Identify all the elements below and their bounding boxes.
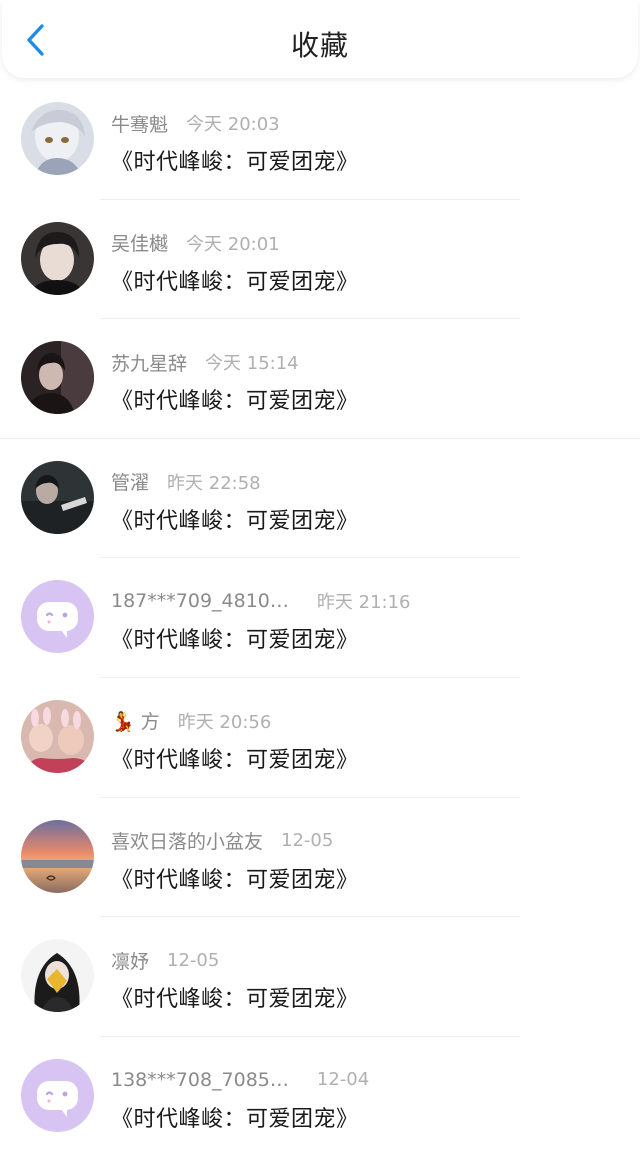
item-title[interactable]: 《时代峰峻：可爱团宠》 xyxy=(111,264,359,296)
timestamp: 昨天 20:56 xyxy=(177,711,272,733)
item-title[interactable]: 《时代峰峻：可爱团宠》 xyxy=(111,622,359,654)
avatar[interactable] xyxy=(21,1058,94,1132)
timestamp: 昨天 21:16 xyxy=(316,592,411,614)
username[interactable]: 喜欢日落的小盆友 xyxy=(111,827,263,854)
item-meta: 喜欢日落的小盆友 12-05 xyxy=(111,827,333,855)
username[interactable]: 138***708_7085… xyxy=(111,1069,289,1091)
item-meta: 凛妤 12-05 xyxy=(111,946,219,974)
item-title[interactable]: 《时代峰峻：可爱团宠》 xyxy=(111,742,359,774)
timestamp: 今天 15:14 xyxy=(205,353,299,375)
item-meta: 管濯 昨天 22:58 xyxy=(111,468,261,496)
username[interactable]: 管濯 xyxy=(111,468,149,495)
item-meta: 138***708_7085… 12-04 xyxy=(111,1066,369,1094)
item-meta: 187***709_4810… 昨天 21:16 xyxy=(111,587,411,615)
username[interactable]: 💃 方 xyxy=(111,707,160,734)
avatar[interactable] xyxy=(21,580,94,654)
list-item[interactable]: 牛骞魁 今天 20:03 《时代峰峻：可爱团宠》 xyxy=(0,80,640,200)
chat-bubble-icon xyxy=(21,1058,94,1132)
top-bar: 收藏 xyxy=(2,0,638,78)
username[interactable]: 苏九星辞 xyxy=(111,349,187,376)
list-item[interactable]: 138***708_7085… 12-04 《时代峰峻：可爱团宠》 xyxy=(0,1037,640,1157)
timestamp: 12-04 xyxy=(316,1069,370,1091)
avatar[interactable] xyxy=(21,939,94,1013)
list-item[interactable]: 喜欢日落的小盆友 12-05 《时代峰峻：可爱团宠》 xyxy=(0,798,640,918)
item-title[interactable]: 《时代峰峻：可爱团宠》 xyxy=(111,503,359,535)
list-item[interactable]: 凛妤 12-05 《时代峰峻：可爱团宠》 xyxy=(0,917,640,1037)
avatar[interactable] xyxy=(21,221,94,295)
list-item[interactable]: 187***709_4810… 昨天 21:16 《时代峰峻：可爱团宠》 xyxy=(0,558,640,678)
avatar[interactable] xyxy=(21,819,94,893)
username[interactable]: 吴佳樾 xyxy=(111,229,168,256)
avatar[interactable] xyxy=(21,699,94,773)
list-item[interactable]: 💃 方 昨天 20:56 《时代峰峻：可爱团宠》 xyxy=(0,678,640,798)
timestamp: 12-05 xyxy=(167,949,220,971)
favorites-list: 牛骞魁 今天 20:03 《时代峰峻：可爱团宠》 吴佳樾 今天 20:01 《时… xyxy=(0,80,640,1156)
timestamp: 昨天 22:58 xyxy=(167,472,261,494)
chat-bubble-icon xyxy=(21,580,94,654)
item-meta: 牛骞魁 今天 20:03 xyxy=(111,109,280,137)
avatar[interactable] xyxy=(21,102,94,175)
timestamp: 今天 20:03 xyxy=(186,114,280,135)
username[interactable]: 牛骞魁 xyxy=(111,110,168,137)
item-title[interactable]: 《时代峰峻：可爱团宠》 xyxy=(111,862,359,894)
username[interactable]: 凛妤 xyxy=(111,947,149,974)
item-meta: 苏九星辞 今天 15:14 xyxy=(111,348,299,376)
timestamp: 今天 20:01 xyxy=(186,233,280,255)
list-item[interactable]: 管濯 昨天 22:58 《时代峰峻：可爱团宠》 xyxy=(0,439,640,559)
item-meta: 吴佳樾 今天 20:01 xyxy=(111,229,280,257)
list-item[interactable]: 苏九星辞 今天 15:14 《时代峰峻：可爱团宠》 xyxy=(0,319,640,439)
item-title[interactable]: 《时代峰峻：可爱团宠》 xyxy=(111,981,359,1013)
item-title[interactable]: 《时代峰峻：可爱团宠》 xyxy=(111,144,359,176)
item-title[interactable]: 《时代峰峻：可爱团宠》 xyxy=(111,383,359,415)
avatar[interactable] xyxy=(21,341,94,415)
page-title: 收藏 xyxy=(290,29,349,62)
list-item[interactable]: 吴佳樾 今天 20:01 《时代峰峻：可爱团宠》 xyxy=(0,200,640,320)
username[interactable]: 187***709_4810… xyxy=(111,590,289,612)
item-meta: 💃 方 昨天 20:56 xyxy=(111,707,271,735)
timestamp: 12-05 xyxy=(281,830,334,852)
item-title[interactable]: 《时代峰峻：可爱团宠》 xyxy=(111,1101,359,1133)
avatar[interactable] xyxy=(21,460,94,534)
